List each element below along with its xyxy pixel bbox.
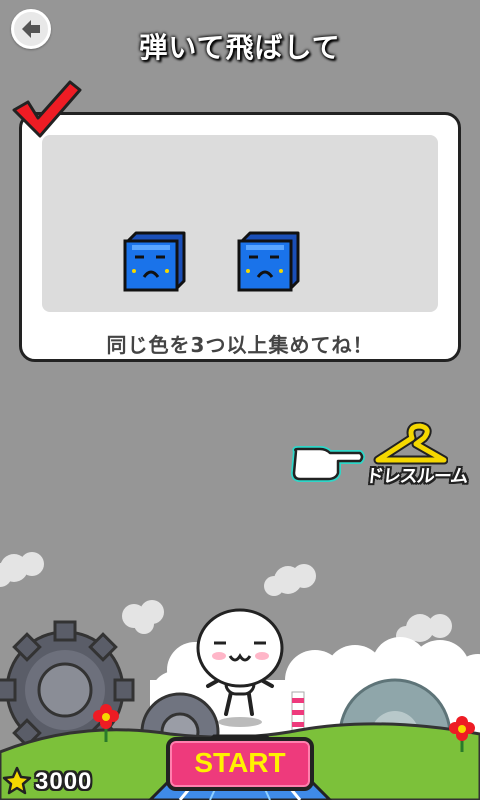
coin-count: 3000 [35,768,93,795]
checkmark-icon [12,80,82,138]
blue-block-character [237,231,300,292]
start-button[interactable]: START [166,737,314,791]
hanger-icon [373,422,448,465]
blue-block-character [123,231,186,292]
pointing-hand-icon [291,446,365,482]
tutorial-instruction: 同じ色を3つ以上集めてね！ [106,333,374,357]
page-title: 弾いて飛ばして [139,31,341,64]
star-icon [2,766,32,795]
dress-room-label: ドレスルーム [364,466,469,487]
